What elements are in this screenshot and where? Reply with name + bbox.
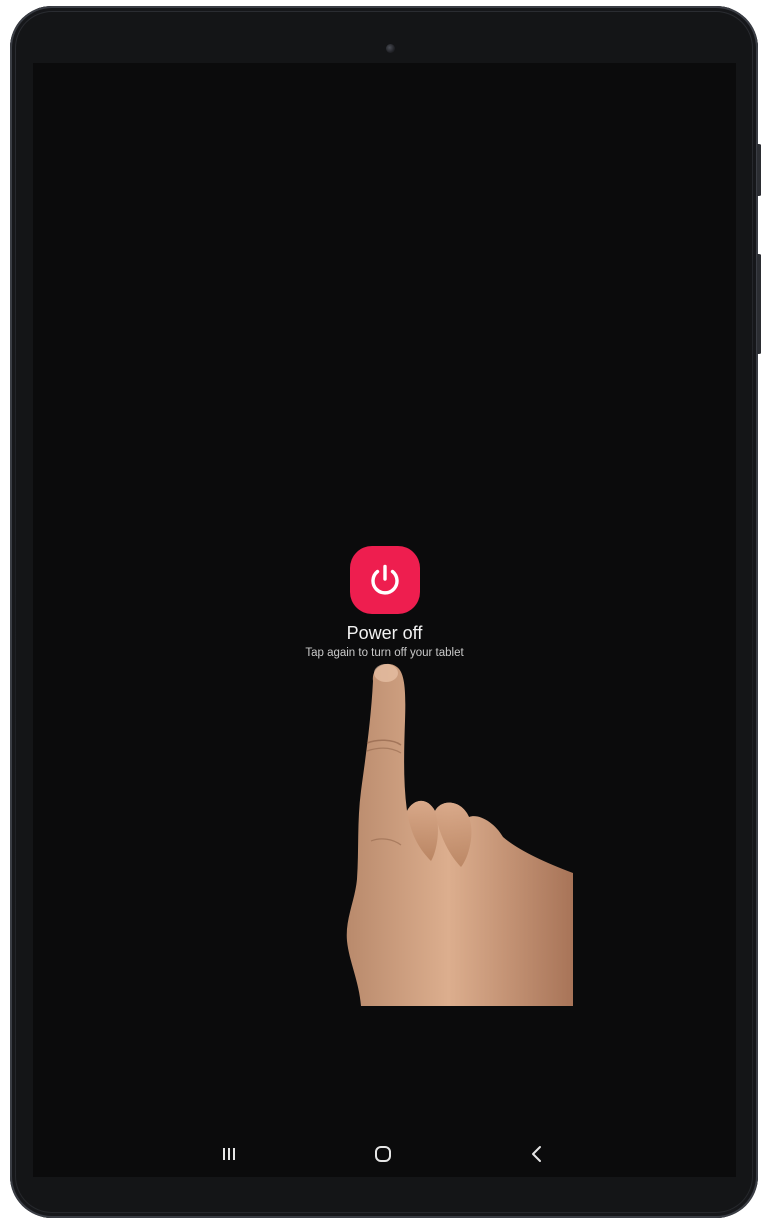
tablet-screen: Power off Tap again to turn off your tab… bbox=[33, 63, 736, 1177]
back-button[interactable] bbox=[517, 1139, 557, 1169]
volume-key bbox=[757, 144, 761, 196]
power-off-button[interactable] bbox=[349, 546, 420, 614]
side-key bbox=[757, 254, 761, 354]
front-camera-icon bbox=[386, 44, 395, 53]
power-icon bbox=[370, 564, 399, 595]
power-off-title: Power off bbox=[346, 623, 423, 643]
home-button[interactable] bbox=[363, 1139, 403, 1169]
recent-apps-icon bbox=[223, 1148, 235, 1160]
pointing-hand-illustration bbox=[346, 663, 573, 1006]
recent-apps-button[interactable] bbox=[209, 1139, 249, 1169]
navigation-bar bbox=[33, 1131, 736, 1177]
power-off-confirmation: Power off Tap again to turn off your tab… bbox=[33, 546, 736, 660]
back-icon bbox=[532, 1146, 541, 1162]
power-off-subtitle: Tap again to turn off your tablet bbox=[305, 647, 464, 659]
home-icon bbox=[375, 1146, 391, 1162]
